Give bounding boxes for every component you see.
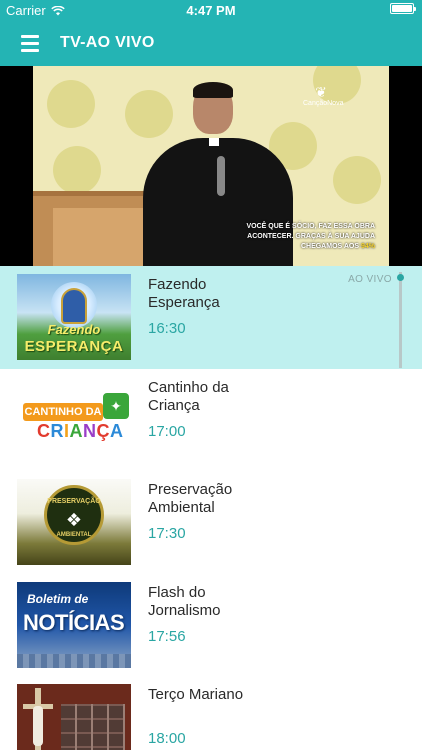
video-frame: ❦ CançãoNova VOCÊ QUE É SÓCIO, FAZ ESSA … bbox=[33, 66, 389, 266]
battery-icon bbox=[390, 3, 416, 14]
live-video-player[interactable]: ❦ CançãoNova VOCÊ QUE É SÓCIO, FAZ ESSA … bbox=[0, 66, 422, 266]
program-thumbnail bbox=[17, 684, 131, 750]
program-title: Flash do Jornalismo bbox=[148, 583, 221, 619]
clock: 4:47 PM bbox=[186, 3, 236, 18]
program-row-live[interactable]: Fazendo ESPERANÇA Fazendo Esperança 16:3… bbox=[0, 266, 422, 369]
page-title: TV-AO VIVO bbox=[60, 34, 155, 51]
program-row[interactable]: Boletim de NOTÍCIAS Flash do Jornalismo … bbox=[0, 573, 422, 676]
program-thumbnail: PRESERVAÇÃO ❖ AMBIENTAL bbox=[17, 479, 131, 565]
paw-print-icon: ❖ bbox=[65, 510, 83, 530]
program-thumbnail: CANTINHO DA ✦ CRIANÇA bbox=[17, 376, 131, 463]
navigation-bar: TV-AO VIVO bbox=[0, 20, 422, 66]
program-schedule-list[interactable]: Fazendo ESPERANÇA Fazendo Esperança 16:3… bbox=[0, 266, 422, 750]
program-title: Fazendo Esperança bbox=[148, 276, 220, 311]
program-thumbnail: Boletim de NOTÍCIAS bbox=[17, 581, 131, 668]
thumbnail-logo-text: CRIANÇA bbox=[37, 420, 124, 441]
dove-logo-icon: ❦ bbox=[315, 84, 327, 100]
program-time: 17:00 bbox=[148, 422, 186, 440]
program-time: 18:00 bbox=[148, 730, 186, 747]
live-indicator-dot bbox=[397, 274, 404, 281]
program-title: Cantinho da Criança bbox=[148, 378, 229, 414]
dove-icon: ✦ bbox=[103, 392, 129, 419]
live-indicator-line bbox=[399, 272, 402, 368]
live-badge: AO VIVO bbox=[348, 274, 392, 285]
program-row[interactable]: CANTINHO DA ✦ CRIANÇA Cantinho da Crianç… bbox=[0, 368, 422, 471]
program-row[interactable]: Terço Mariano 18:00 bbox=[0, 676, 422, 750]
seal-emblem: PRESERVAÇÃO ❖ AMBIENTAL bbox=[44, 485, 104, 545]
program-thumbnail: Fazendo ESPERANÇA bbox=[17, 274, 131, 360]
video-caption: VOCÊ QUE É SÓCIO, FAZ ESSA OBRA ACONTECE… bbox=[246, 223, 375, 250]
program-time: 17:56 bbox=[148, 627, 186, 645]
hamburger-menu-icon[interactable] bbox=[0, 20, 60, 66]
program-title: Preservação Ambiental bbox=[148, 481, 233, 516]
channel-logo: ❦ CançãoNova bbox=[303, 84, 344, 107]
status-bar: Carrier 4:47 PM bbox=[0, 0, 422, 20]
program-title: Terço Mariano bbox=[148, 686, 244, 703]
microphone bbox=[217, 156, 225, 196]
program-time: 17:30 bbox=[148, 525, 186, 542]
program-row[interactable]: PRESERVAÇÃO ❖ AMBIENTAL Preservação Ambi… bbox=[0, 471, 422, 574]
stained-glass-icon bbox=[61, 288, 87, 324]
program-time: 16:30 bbox=[148, 320, 186, 337]
